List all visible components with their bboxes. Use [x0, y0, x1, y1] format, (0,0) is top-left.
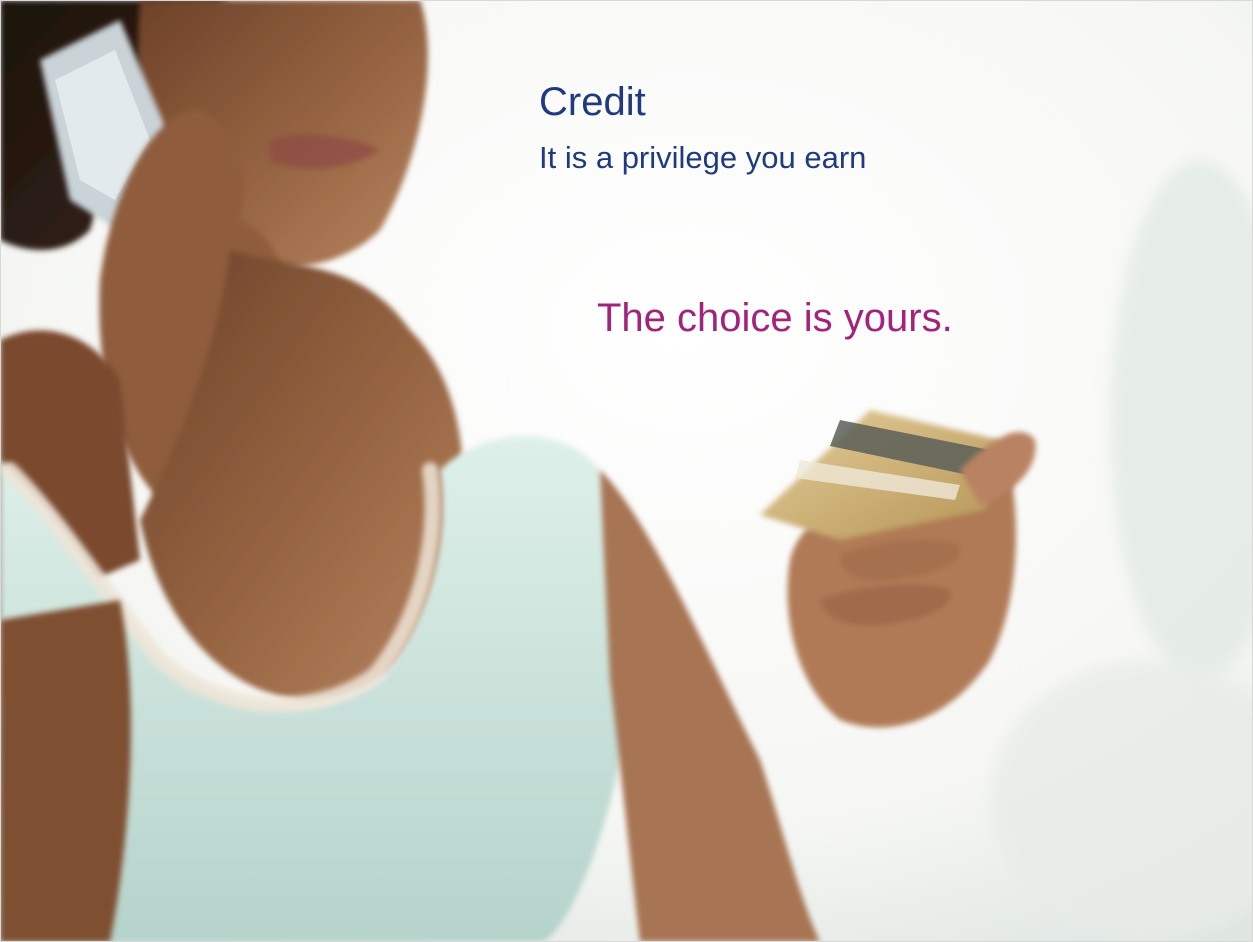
- slide: Credit It is a privilege you earn The ch…: [0, 0, 1253, 942]
- slide-title: Credit: [539, 80, 646, 124]
- slide-subtitle: It is a privilege you earn: [539, 140, 867, 175]
- slide-tagline: The choice is yours.: [597, 296, 953, 340]
